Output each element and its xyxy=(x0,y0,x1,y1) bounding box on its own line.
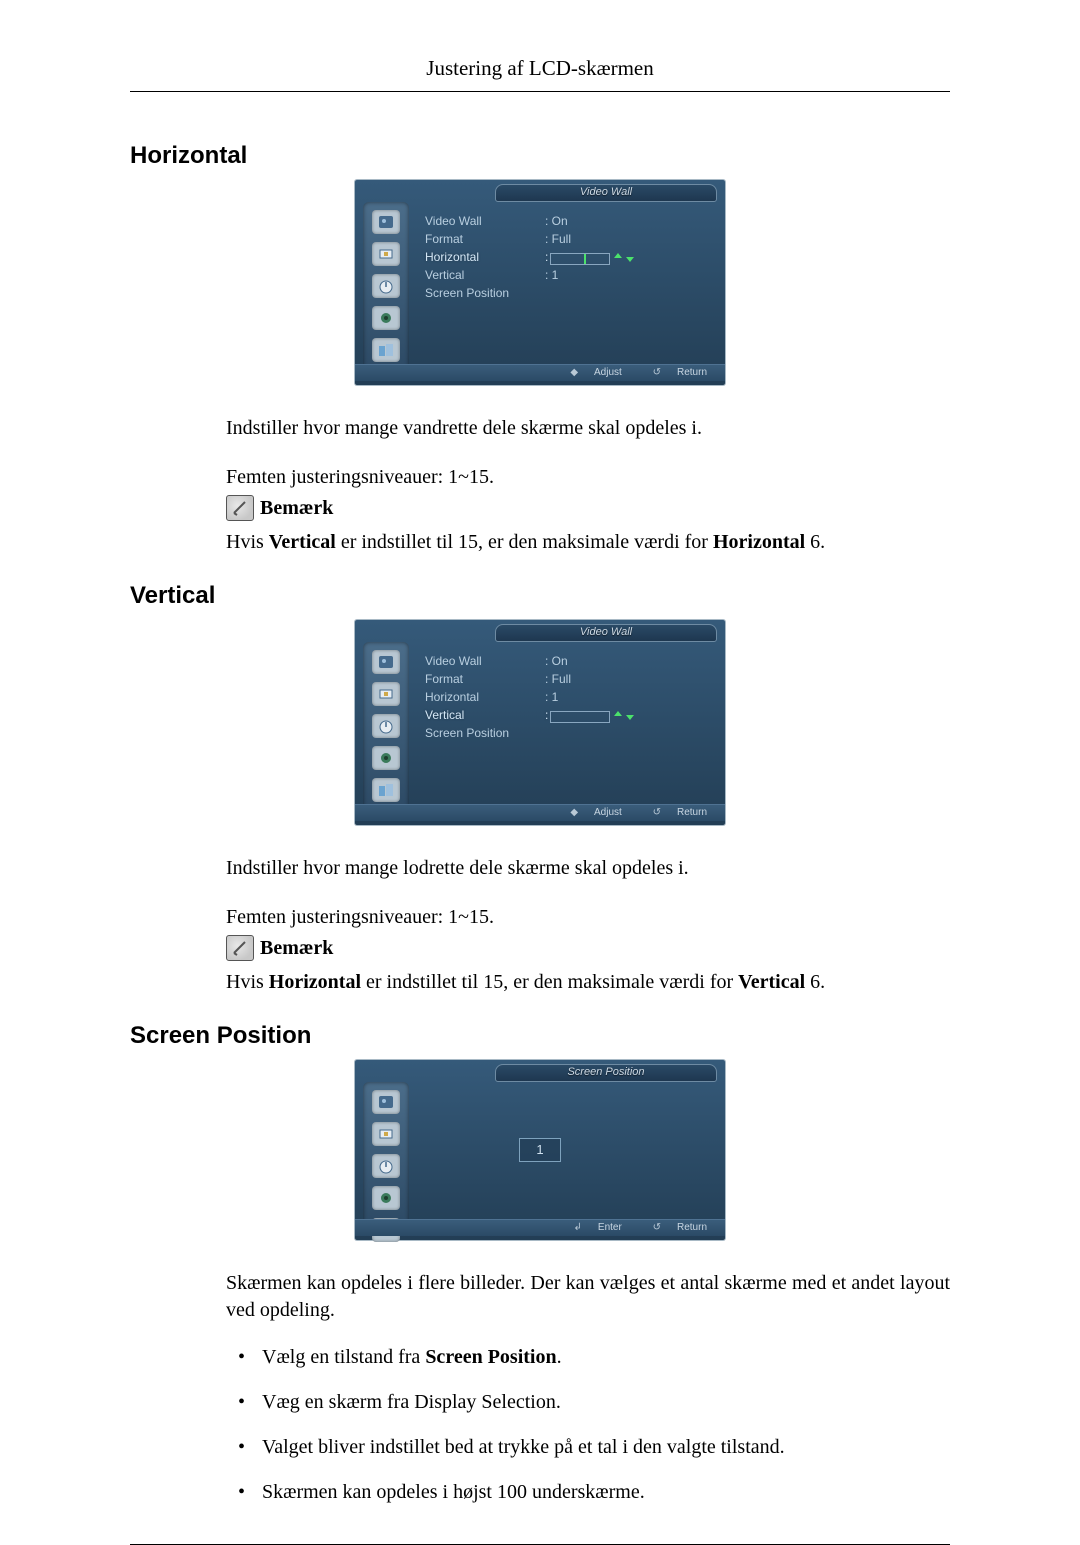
arrow-up-icon xyxy=(614,253,622,258)
osd-sidebar xyxy=(363,642,409,819)
header-rule xyxy=(130,91,950,92)
multi-icon xyxy=(372,338,400,362)
section-heading-screen-position: Screen Position xyxy=(130,1022,950,1050)
input-icon xyxy=(372,1122,400,1146)
settings-icon xyxy=(372,306,400,330)
osd-item[interactable]: Format: Full xyxy=(425,670,713,688)
list-item: Væg en skærm fra Display Selection. xyxy=(262,1391,950,1414)
osd-sidebar xyxy=(363,202,409,379)
adjust-glyph-icon: ◆ xyxy=(570,807,578,818)
note-row: Bemærk xyxy=(226,495,950,521)
body-text: Femten justeringsniveauer: 1~15. xyxy=(226,464,950,491)
body-text: Indstiller hvor mange vandrette dele skæ… xyxy=(226,415,950,442)
note-text: Hvis Vertical er indstillet til 15, er d… xyxy=(226,529,950,556)
osd-item-active[interactable]: Horizontal: xyxy=(425,248,713,266)
settings-icon xyxy=(372,1186,400,1210)
osd-item-list: Video Wall: On Format: Full Horizontal: … xyxy=(425,652,713,742)
osd-title: Screen Position xyxy=(495,1064,717,1082)
position-cell[interactable]: 1 xyxy=(519,1138,561,1162)
arrow-down-icon xyxy=(626,257,634,262)
body-text: Skærmen kan opdeles i flere billeder. De… xyxy=(226,1270,950,1324)
section-heading-horizontal: Horizontal xyxy=(130,142,950,170)
osd-footer: ↲Enter ↺Return xyxy=(355,1219,725,1236)
return-glyph-icon: ↺ xyxy=(653,807,661,818)
section-heading-vertical: Vertical xyxy=(130,582,950,610)
timer-icon xyxy=(372,714,400,738)
osd-item[interactable]: Video Wall: On xyxy=(425,652,713,670)
osd-item[interactable]: Format: Full xyxy=(425,230,713,248)
osd-item-active[interactable]: Vertical: xyxy=(425,706,713,724)
arrow-up-icon xyxy=(614,711,622,716)
note-text: Hvis Horizontal er indstillet til 15, er… xyxy=(226,969,950,996)
picture-icon xyxy=(372,1090,400,1114)
osd-menu-vertical: Video Wall Video Wall: On Format: Full H… xyxy=(355,620,725,825)
settings-icon xyxy=(372,746,400,770)
osd-sidebar xyxy=(363,1082,409,1234)
osd-menu-horizontal: Video Wall Video Wall: On Format: Full H… xyxy=(355,180,725,385)
timer-icon xyxy=(372,1154,400,1178)
list-item: Vælg en tilstand fra Screen Position. xyxy=(262,1346,950,1369)
body-text: Indstiller hvor mange lodrette dele skær… xyxy=(226,855,950,882)
adjust-glyph-icon: ◆ xyxy=(570,367,578,378)
picture-icon xyxy=(372,210,400,234)
osd-item[interactable]: Horizontal: 1 xyxy=(425,688,713,706)
return-glyph-icon: ↺ xyxy=(653,1222,661,1233)
list-item: Valget bliver indstillet bed at trykke p… xyxy=(262,1436,950,1459)
input-icon xyxy=(372,682,400,706)
note-label: Bemærk xyxy=(260,497,333,520)
body-text: Femten justeringsniveauer: 1~15. xyxy=(226,904,950,931)
multi-icon xyxy=(372,778,400,802)
arrow-down-icon xyxy=(626,715,634,720)
bullet-list: Vælg en tilstand fra Screen Position. Væ… xyxy=(226,1346,950,1504)
slider-indicator xyxy=(550,711,610,723)
osd-title: Video Wall xyxy=(495,184,717,202)
enter-glyph-icon: ↲ xyxy=(574,1222,582,1233)
osd-menu-screen-position: Screen Position 1 ↲Enter ↺Return xyxy=(355,1060,725,1240)
osd-title: Video Wall xyxy=(495,624,717,642)
osd-footer: ◆Adjust ↺Return xyxy=(355,804,725,821)
timer-icon xyxy=(372,274,400,298)
osd-item[interactable]: Screen Position xyxy=(425,284,713,302)
note-icon xyxy=(226,935,254,961)
slider-indicator xyxy=(550,253,610,265)
osd-item[interactable]: Screen Position xyxy=(425,724,713,742)
osd-footer: ◆Adjust ↺Return xyxy=(355,364,725,381)
osd-item-list: Video Wall: On Format: Full Horizontal: … xyxy=(425,212,713,302)
picture-icon xyxy=(372,650,400,674)
osd-item[interactable]: Video Wall: On xyxy=(425,212,713,230)
page-header-title: Justering af LCD-skærmen xyxy=(130,56,950,81)
note-label: Bemærk xyxy=(260,937,333,960)
list-item: Skærmen kan opdeles i højst 100 underskæ… xyxy=(262,1481,950,1504)
note-icon xyxy=(226,495,254,521)
note-row: Bemærk xyxy=(226,935,950,961)
input-icon xyxy=(372,242,400,266)
osd-item[interactable]: Vertical: 1 xyxy=(425,266,713,284)
return-glyph-icon: ↺ xyxy=(653,367,661,378)
